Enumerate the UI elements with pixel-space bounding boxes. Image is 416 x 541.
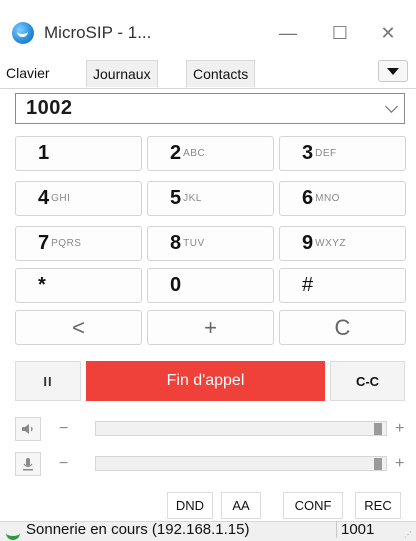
key-letters: WXYZ — [315, 238, 347, 249]
window-title: MicroSIP - 1... — [44, 23, 152, 42]
minimize-button[interactable]: — — [260, 8, 316, 58]
status-bar: Sonnerie en cours (192.168.1.15) 1001 ⋰ — [0, 521, 416, 541]
speaker-icon[interactable] — [15, 417, 41, 441]
key-digit: 0 — [170, 274, 182, 296]
key-1[interactable]: 1 — [15, 136, 142, 171]
mic-volume-plus[interactable]: + — [395, 452, 404, 476]
phone-status-icon — [6, 525, 20, 540]
speaker-volume-row: − + — [15, 417, 410, 443]
dial-number-value[interactable]: 1002 — [26, 97, 73, 120]
key-7[interactable]: 7 PQRS — [15, 226, 142, 261]
pause-icon: II — [43, 373, 53, 389]
key-2[interactable]: 2 ABC — [147, 136, 274, 171]
backspace-button[interactable]: < — [15, 310, 142, 345]
slider-thumb[interactable] — [374, 423, 382, 435]
close-button[interactable]: ✕ — [360, 8, 416, 58]
key-3[interactable]: 3 DEF — [279, 136, 406, 171]
key-letters: ABC — [183, 148, 206, 159]
key-6[interactable]: 6 MNO — [279, 181, 406, 216]
menu-dropdown-button[interactable] — [378, 60, 408, 82]
key-digit: 1 — [38, 142, 50, 164]
key-letters: GHI — [51, 193, 71, 204]
chevron-down-icon[interactable] — [385, 100, 398, 113]
tab-contacts[interactable]: Contacts — [186, 60, 256, 87]
status-account: 1001 — [336, 521, 374, 538]
tab-journaux[interactable]: Journaux — [86, 60, 158, 87]
key-9[interactable]: 9 WXYZ — [279, 226, 406, 261]
clear-button[interactable]: C — [279, 310, 406, 345]
speaker-volume-slider[interactable] — [95, 421, 387, 436]
transfer-button[interactable]: C-C — [330, 361, 405, 401]
transfer-icon: C-C — [355, 373, 380, 389]
dnd-toggle[interactable]: DND — [167, 492, 213, 519]
key-digit: 7 — [38, 232, 50, 254]
clear-label: C — [334, 314, 351, 340]
microphone-icon[interactable] — [15, 452, 41, 476]
key-letters: TUV — [183, 238, 205, 249]
plus-button[interactable]: + — [147, 310, 274, 345]
key-8[interactable]: 8 TUV — [147, 226, 274, 261]
microsip-logo-icon — [12, 22, 34, 44]
mic-volume-minus[interactable]: − — [59, 452, 68, 476]
microphone-glyph — [23, 458, 33, 471]
record-toggle[interactable]: REC — [355, 492, 401, 519]
key-star[interactable]: * — [15, 268, 142, 303]
key-hash[interactable]: # — [279, 268, 406, 303]
conference-toggle[interactable]: CONF — [283, 492, 343, 519]
dial-number-combobox[interactable]: 1002 — [15, 93, 405, 124]
tab-bar: Clavier Journaux Contacts — [0, 58, 416, 89]
key-0[interactable]: 0 — [147, 268, 274, 303]
triangle-down-icon — [387, 67, 399, 75]
speaker-glyph — [22, 424, 33, 434]
key-digit: 8 — [170, 232, 182, 254]
key-letters: MNO — [315, 193, 340, 204]
slider-thumb[interactable] — [374, 458, 382, 470]
key-digit: 5 — [170, 187, 182, 209]
key-5[interactable]: 5 JKL — [147, 181, 274, 216]
key-digit: 2 — [170, 142, 182, 164]
key-digit: # — [302, 274, 314, 296]
key-digit: 4 — [38, 187, 50, 209]
key-digit: 9 — [302, 232, 314, 254]
speaker-volume-minus[interactable]: − — [59, 417, 68, 441]
key-4[interactable]: 4 GHI — [15, 181, 142, 216]
plus-icon: + — [204, 314, 217, 340]
tab-clavier[interactable]: Clavier — [0, 58, 56, 87]
mic-volume-slider[interactable] — [95, 456, 387, 471]
key-letters: DEF — [315, 148, 337, 159]
hangup-button[interactable]: Fin d'appel — [86, 361, 325, 401]
key-letters: PQRS — [51, 238, 82, 249]
speaker-volume-plus[interactable]: + — [395, 417, 404, 441]
key-digit: 3 — [302, 142, 314, 164]
key-digit: 6 — [302, 187, 314, 209]
key-letters: JKL — [183, 193, 202, 204]
status-text: Sonnerie en cours (192.168.1.15) — [26, 521, 250, 538]
auto-answer-toggle[interactable]: AA — [221, 492, 261, 519]
resize-grip-icon[interactable]: ⋰ — [404, 530, 412, 539]
mic-volume-row: − + — [15, 452, 410, 478]
key-digit: * — [38, 274, 46, 296]
title-bar: MicroSIP - 1... — ☐ ✕ — [0, 8, 416, 58]
hold-button[interactable]: II — [15, 361, 81, 401]
backspace-icon: < — [72, 314, 85, 340]
